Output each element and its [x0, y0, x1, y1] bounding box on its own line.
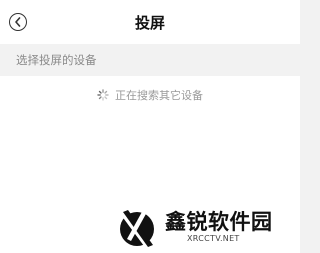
watermark-url: XRCCTV.NET	[187, 234, 240, 243]
watermark: 鑫锐软件园 XRCCTV.NET	[101, 203, 300, 253]
search-status-text: 正在搜索其它设备	[115, 89, 203, 102]
section-label: 选择投屏的设备	[16, 53, 97, 67]
search-status: 正在搜索其它设备	[0, 87, 300, 103]
watermark-name: 鑫锐软件园	[165, 210, 273, 234]
page-title: 投屏	[134, 14, 165, 32]
watermark-logo	[120, 210, 154, 247]
header-bar: 投屏	[0, 0, 300, 44]
spinner-icon	[97, 89, 109, 101]
